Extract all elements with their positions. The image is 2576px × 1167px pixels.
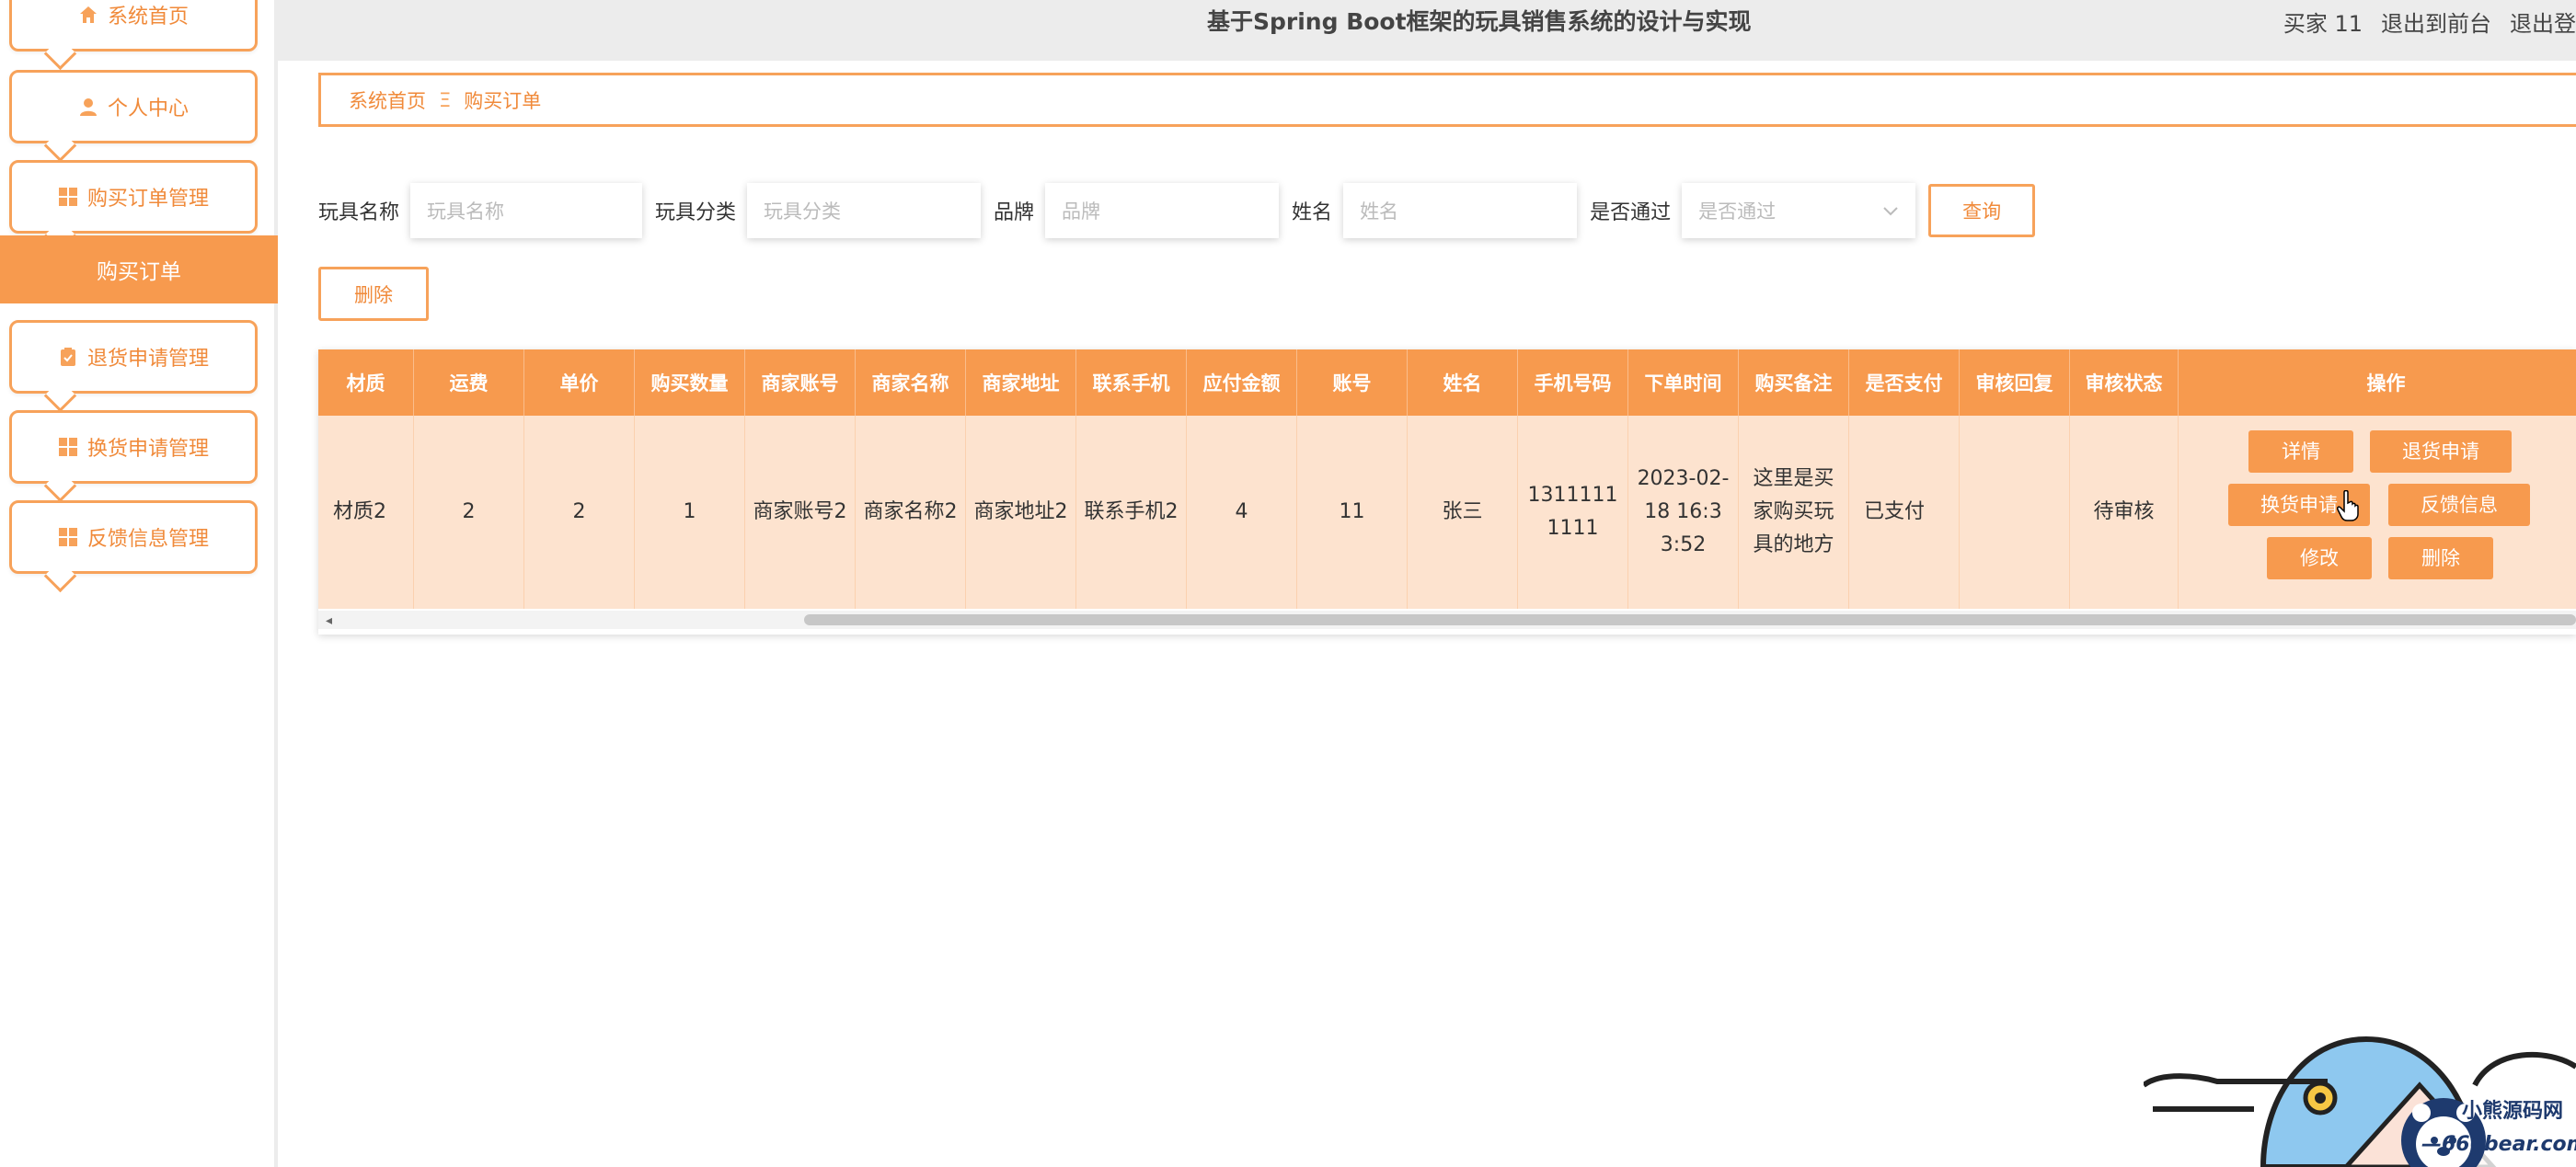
return-request-button[interactable]: 退货申请	[2370, 430, 2512, 473]
toy-category-label: 玩具分类	[655, 201, 737, 224]
scroll-left-arrow-icon[interactable]: ◂	[326, 613, 332, 628]
query-button[interactable]: 查询	[1928, 184, 2036, 237]
column-header: 审核回复	[1960, 349, 2070, 416]
edit-button[interactable]: 修改	[2267, 537, 2372, 579]
toy-name-label: 玩具名称	[318, 201, 400, 224]
delete-button[interactable]: 删除	[2388, 537, 2493, 579]
cell-quantity: 1	[635, 416, 745, 609]
cell-review-reply	[1960, 416, 2070, 609]
column-header: 应付金额	[1187, 349, 1297, 416]
toy-name-input[interactable]: 玩具名称	[410, 183, 643, 238]
cell-merchant-account: 商家账号2	[745, 416, 856, 609]
column-header: 姓名	[1408, 349, 1518, 416]
sidebar-item-personal-center[interactable]: 个人中心	[9, 70, 258, 143]
cell-shipping: 2	[414, 416, 524, 609]
watermark-url: —666bear.com—	[2421, 1133, 2576, 1156]
logout-link[interactable]: 退出登	[2510, 6, 2576, 38]
grid-icon	[58, 527, 78, 547]
column-header: 下单时间	[1628, 349, 1739, 416]
horizontal-scrollbar[interactable]: ◂	[318, 611, 2576, 629]
brand-input[interactable]: 品牌	[1045, 183, 1280, 238]
toy-category-placeholder: 玩具分类	[764, 200, 842, 223]
watermark-title: 小熊源码网	[2462, 1099, 2564, 1123]
sidebar-item-purchase-orders[interactable]: 购买订单	[0, 235, 278, 303]
feedback-button[interactable]: 反馈信息	[2388, 484, 2530, 526]
sidebar: 系统首页 个人中心 购买订单管理 购买订单 退货申请管理 换货申请管理 反馈信息…	[0, 0, 278, 1167]
cell-phone: 13111111111	[1518, 416, 1628, 609]
sidebar-item-label: 换货申请管理	[86, 438, 209, 461]
sidebar-item-label: 退货申请管理	[86, 348, 209, 371]
column-header: 是否支付	[1849, 349, 1960, 416]
column-header: 审核状态	[2070, 349, 2179, 416]
orders-table: 材质 运费 单价 购买数量 商家账号 商家名称 商家地址 联系手机 应付金额 账…	[318, 349, 2576, 635]
chevron-down-icon	[1882, 200, 1899, 222]
column-header: 购买数量	[635, 349, 745, 416]
scrollbar-thumb[interactable]	[804, 614, 2576, 625]
cell-account: 11	[1297, 416, 1408, 609]
cell-merchant-name: 商家名称2	[856, 416, 966, 609]
column-header: 商家地址	[966, 349, 1076, 416]
table-row[interactable]: 材质2 2 2 1 商家账号2 商家名称2 商家地址2 联系手机2 4 11 张…	[318, 416, 2576, 609]
cell-amount-due: 4	[1187, 416, 1297, 609]
column-header: 单价	[524, 349, 635, 416]
app-title: 基于Spring Boot框架的玩具销售系统的设计与实现	[1207, 8, 1752, 35]
column-header: 运费	[414, 349, 524, 416]
user-name: 买家 11	[2283, 11, 2363, 37]
cell-order-time: 2023-02-18 16:33:52	[1628, 416, 1739, 609]
column-header: 手机号码	[1518, 349, 1628, 416]
sidebar-item-label: 反馈信息管理	[86, 528, 209, 551]
column-header: 操作	[2179, 349, 2576, 416]
cell-actions: 详情 退货申请 换货申请 反馈信息 修改 删除	[2179, 416, 2576, 609]
column-header: 商家账号	[745, 349, 856, 416]
table-header: 材质 运费 单价 购买数量 商家账号 商家名称 商家地址 联系手机 应付金额 账…	[318, 349, 2576, 416]
column-header: 商家名称	[856, 349, 966, 416]
breadcrumb-home[interactable]: 系统首页	[349, 86, 426, 114]
batch-delete-button[interactable]: 删除	[318, 267, 429, 321]
sidebar-item-feedback-management[interactable]: 反馈信息管理	[9, 500, 258, 574]
sidebar-item-label: 个人中心	[107, 97, 189, 120]
breadcrumb: 系统首页 Ξ 购买订单	[318, 73, 2576, 127]
toy-category-input[interactable]: 玩具分类	[747, 183, 982, 238]
user-area: 买家 11 退出到前台 退出登	[2283, 6, 2576, 38]
sidebar-item-label: 系统首页	[107, 6, 189, 29]
toy-name-placeholder: 玩具名称	[427, 200, 505, 223]
search-bar: 玩具名称 玩具名称 玩具分类 玩具分类 品牌 品牌 姓名 姓名 是否通过 是否通…	[318, 183, 2036, 238]
cell-review-status: 待审核	[2070, 416, 2179, 609]
name-input[interactable]: 姓名	[1343, 183, 1578, 238]
sidebar-item-order-management[interactable]: 购买订单管理	[9, 160, 258, 234]
sidebar-item-return-management[interactable]: 退货申请管理	[9, 320, 258, 394]
breadcrumb-current: 购买订单	[464, 89, 542, 112]
cell-contact-phone: 联系手机2	[1076, 416, 1187, 609]
brand-label: 品牌	[994, 201, 1035, 224]
sidebar-item-home[interactable]: 系统首页	[9, 0, 258, 51]
cell-material: 材质2	[318, 416, 414, 609]
user-icon	[78, 97, 98, 117]
sidebar-item-exchange-management[interactable]: 换货申请管理	[9, 410, 258, 484]
brand-placeholder: 品牌	[1062, 200, 1101, 223]
sidebar-item-label: 购买订单管理	[86, 188, 209, 211]
hand-cursor-icon	[2337, 489, 2361, 525]
column-header: 账号	[1297, 349, 1408, 416]
name-label: 姓名	[1292, 201, 1333, 224]
column-header: 材质	[318, 349, 414, 416]
cell-paid: 已支付	[1849, 416, 1960, 609]
sidebar-item-label: 购买订单	[97, 260, 181, 284]
home-icon	[78, 5, 98, 25]
cell-price: 2	[524, 416, 635, 609]
column-header: 联系手机	[1076, 349, 1187, 416]
approved-label: 是否通过	[1590, 201, 1672, 224]
cell-remark: 这里是买家购买玩具的地方	[1739, 416, 1849, 609]
approved-select[interactable]: 是否通过	[1682, 183, 1916, 238]
back-to-front-link[interactable]: 退出到前台	[2381, 6, 2491, 38]
approved-placeholder: 是否通过	[1698, 200, 1777, 223]
name-placeholder: 姓名	[1360, 200, 1399, 223]
grid-icon	[58, 187, 78, 207]
breadcrumb-separator: Ξ	[439, 88, 452, 111]
grid-icon	[58, 437, 78, 457]
clipboard-icon	[58, 347, 78, 367]
cell-name: 张三	[1408, 416, 1518, 609]
cell-merchant-address: 商家地址2	[966, 416, 1076, 609]
details-button[interactable]: 详情	[2248, 430, 2353, 473]
column-header: 购买备注	[1739, 349, 1849, 416]
